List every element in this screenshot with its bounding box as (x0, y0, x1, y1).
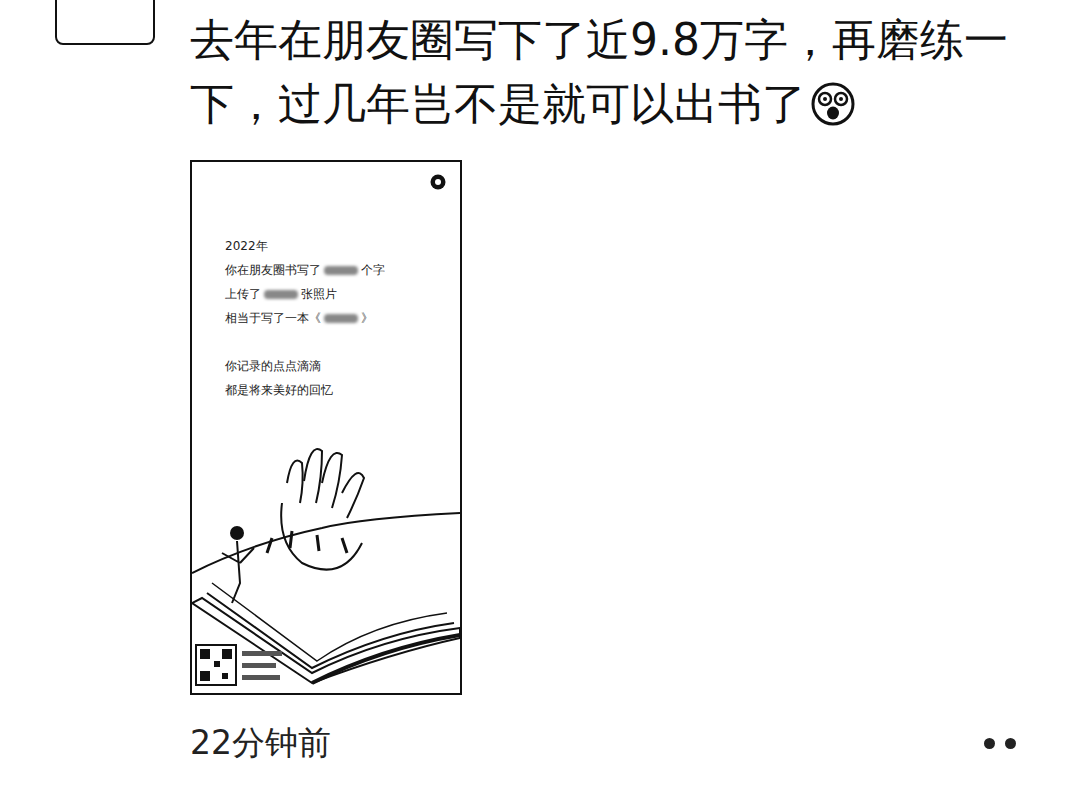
blurred-value (324, 266, 358, 275)
card-stat-line: 相当于写了一本《》 (225, 306, 444, 330)
logo-icon (430, 174, 446, 190)
avatar[interactable] (55, 0, 155, 45)
post-text-line: 下，过几年岂不是就可以出书了 (190, 72, 1040, 136)
post-time: 22分钟前 (190, 721, 331, 765)
dot-icon (1005, 738, 1016, 749)
hand-book-illustration-icon (192, 423, 460, 693)
card-quote-line: 你记录的点点滴滴 (225, 354, 444, 378)
post-footer: 22分钟前 (190, 721, 1040, 765)
card-stat-line: 上传了张照片 (225, 282, 444, 306)
post-text-line: 去年在朋友圈写下了近9.8万字，再磨练一 (190, 8, 1040, 72)
card-quote: 你记录的点点滴滴都是将来美好的回忆 (225, 354, 444, 402)
card-stat-line: 你在朋友圈书写了个字 (225, 258, 444, 282)
more-button[interactable] (980, 730, 1020, 757)
dot-icon (984, 738, 995, 749)
blurred-value (324, 314, 358, 323)
card-quote-line: 都是将来美好的回忆 (225, 378, 444, 402)
card-illustration (192, 423, 460, 693)
card-year: 2022年 (225, 234, 444, 258)
moments-page: 去年在朋友圈写下了近9.8万字，再磨练一下，过几年岂不是就可以出书了2022年你… (0, 0, 1080, 799)
card-text: 2022年你在朋友圈书写了个字上传了张照片相当于写了一本《》你记录的点点滴滴都是… (192, 162, 460, 402)
shared-image-card[interactable]: 2022年你在朋友圈书写了个字上传了张照片相当于写了一本《》你记录的点点滴滴都是… (190, 160, 462, 695)
avatar-column (0, 0, 190, 799)
surprised-face-icon (810, 81, 856, 127)
post-content: 去年在朋友圈写下了近9.8万字，再磨练一下，过几年岂不是就可以出书了2022年你… (190, 0, 1040, 799)
post-text: 去年在朋友圈写下了近9.8万字，再磨练一下，过几年岂不是就可以出书了 (190, 8, 1040, 136)
blurred-value (264, 290, 298, 299)
